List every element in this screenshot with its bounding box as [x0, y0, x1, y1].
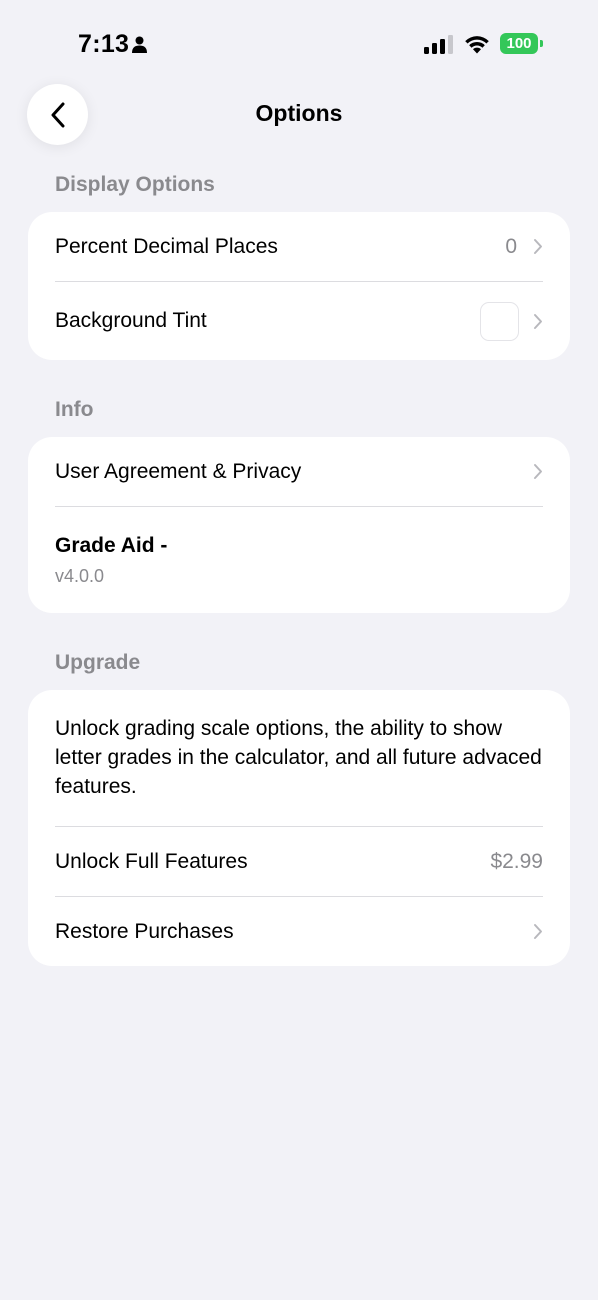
percent-decimal-row[interactable]: Percent Decimal Places 0	[28, 212, 570, 281]
app-name: Grade Aid -	[55, 534, 168, 557]
user-agreement-label: User Agreement & Privacy	[55, 459, 302, 483]
unlock-price: $2.99	[490, 849, 543, 873]
status-time: 7:13	[78, 30, 130, 58]
background-tint-row[interactable]: Background Tint	[28, 282, 570, 360]
percent-decimal-label: Percent Decimal Places	[55, 234, 278, 258]
battery-icon: 100	[500, 33, 538, 54]
info-card: User Agreement & Privacy Grade Aid - v4.…	[28, 437, 570, 613]
percent-decimal-value: 0	[505, 234, 517, 258]
user-agreement-row[interactable]: User Agreement & Privacy	[28, 437, 570, 506]
upgrade-card: Unlock grading scale options, the abilit…	[28, 690, 570, 966]
page-title: Options	[255, 100, 343, 126]
chevron-right-icon	[534, 464, 542, 479]
wifi-icon	[465, 36, 489, 54]
restore-purchases-label: Restore Purchases	[55, 919, 234, 943]
app-version: v4.0.0	[55, 566, 105, 586]
section-header-info: Info	[55, 398, 94, 421]
unlock-full-features-label: Unlock Full Features	[55, 849, 248, 873]
section-header-upgrade: Upgrade	[55, 651, 141, 674]
chevron-right-icon	[534, 924, 542, 939]
unlock-full-features-row[interactable]: Unlock Full Features $2.99	[28, 827, 570, 896]
status-bar: 7:13 100	[0, 0, 598, 88]
background-tint-label: Background Tint	[55, 309, 207, 332]
chevron-right-icon	[534, 239, 542, 254]
display-options-card: Percent Decimal Places 0 Background Tint	[28, 212, 570, 360]
signal-icon	[424, 35, 453, 54]
restore-purchases-row[interactable]: Restore Purchases	[28, 897, 570, 966]
battery-tip	[540, 40, 543, 47]
section-header-display: Display Options	[55, 173, 215, 196]
app-info-block: Grade Aid - v4.0.0	[28, 507, 570, 613]
person-icon	[132, 36, 147, 53]
nav-bar: Options	[0, 84, 598, 146]
tint-color-swatch	[480, 301, 519, 341]
upgrade-description: Unlock grading scale options, the abilit…	[55, 717, 542, 798]
chevron-right-icon	[534, 313, 542, 329]
battery-level: 100	[506, 35, 532, 52]
